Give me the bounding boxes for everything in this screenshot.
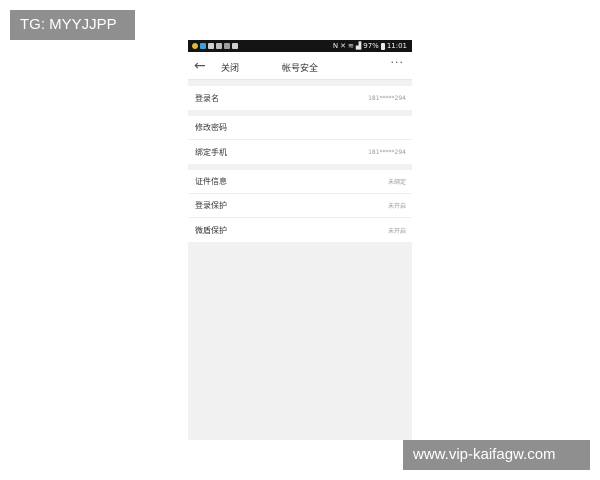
row-label: 登录名 [195, 93, 219, 103]
status-bar-left [192, 43, 238, 49]
row-label: 修改密码 [195, 123, 227, 132]
row-value: 未开启 [387, 203, 406, 210]
row-label: 登录保护 [195, 201, 227, 210]
row-value: 181*****294 [368, 94, 406, 102]
app-icon-4 [216, 43, 222, 49]
watermark-bottom: www.vip-kaifagw.com [403, 440, 590, 470]
row-value: 未开启 [387, 227, 406, 235]
battery-percent: 97% [363, 42, 379, 50]
app-icon-5 [224, 43, 230, 49]
battery-icon [380, 42, 385, 50]
app-icon-3 [208, 43, 214, 49]
nfc-icon: N [332, 41, 339, 50]
app-icon-6 [232, 43, 238, 49]
wifi-icon: ≋ [347, 41, 354, 50]
screenshot-canvas: TG: MYYJJPP N ✕ ≋ ▟ 97% 11:01 ← 关闭 帐号安全 … [0, 0, 600, 480]
settings-row-bind-phone[interactable]: 绑定手机 181*****294 [188, 140, 412, 164]
app-header: ← 关闭 帐号安全 ··· [188, 52, 412, 80]
app-icon-1 [192, 43, 198, 49]
app-icon-2 [200, 43, 206, 49]
settings-group-protection: 证件信息 未绑定 登录保护 未开启 微盾保护 未开启 [188, 170, 412, 242]
settings-row-login-protection[interactable]: 登录保护 未开启 [188, 194, 412, 218]
settings-row-login-name[interactable]: 登录名 181*****294 [188, 86, 412, 110]
row-value: 未绑定 [387, 179, 406, 186]
mute-icon: ✕ [340, 41, 346, 50]
settings-group-login-name: 登录名 181*****294 [188, 86, 412, 110]
page-title: 帐号安全 [281, 64, 318, 74]
status-time: 11:01 [386, 42, 407, 50]
more-icon[interactable]: ··· [391, 56, 405, 69]
row-value: 181*****294 [368, 148, 406, 156]
status-bar-right: N ✕ ≋ ▟ 97% 11:01 [333, 42, 407, 50]
settings-row-shield-protection[interactable]: 微盾保护 未开启 [188, 218, 412, 242]
row-label: 微盾保护 [195, 225, 227, 235]
row-label: 证件信息 [195, 177, 227, 186]
settings-group-password-phone: 修改密码 绑定手机 181*****294 [188, 116, 412, 164]
phone-screen: N ✕ ≋ ▟ 97% 11:01 ← 关闭 帐号安全 ··· 登录名 181*… [188, 40, 412, 440]
settings-row-change-password[interactable]: 修改密码 [188, 116, 412, 140]
signal-icon: ▟ [355, 41, 362, 50]
status-bar: N ✕ ≋ ▟ 97% 11:01 [188, 40, 412, 52]
watermark-top: TG: MYYJJPP [10, 10, 135, 40]
settings-row-id-info[interactable]: 证件信息 未绑定 [188, 170, 412, 194]
row-label: 绑定手机 [195, 147, 227, 157]
